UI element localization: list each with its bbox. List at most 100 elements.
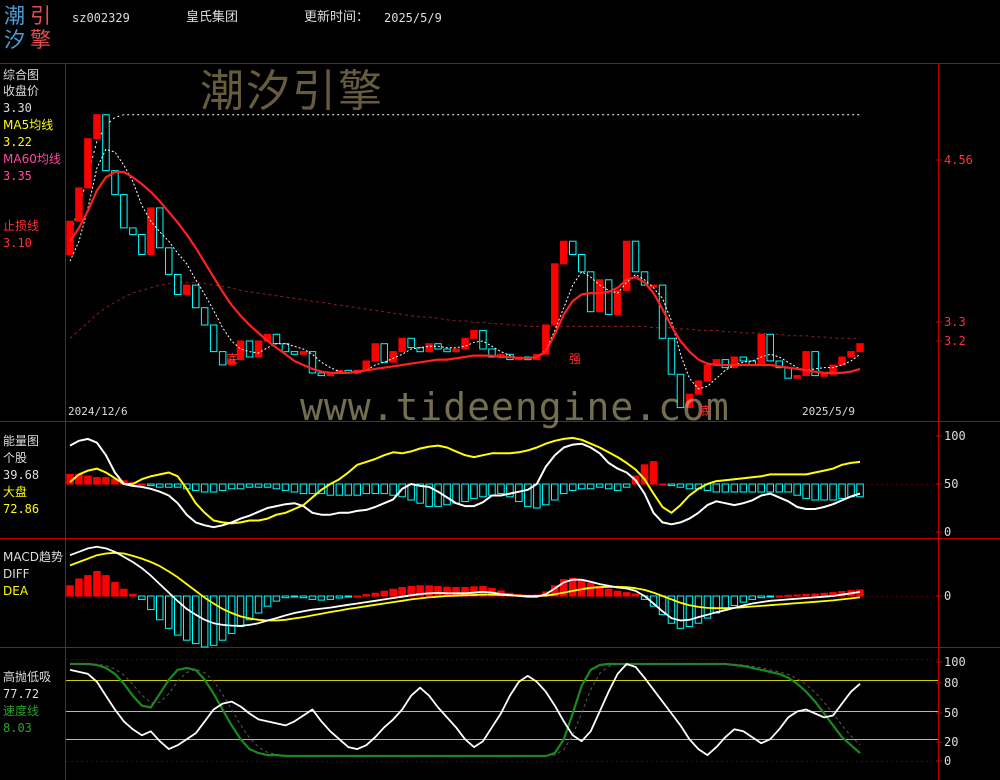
candle [183,284,191,295]
macd-bar [748,595,756,600]
energy-bar [613,483,622,491]
energy-bar [622,483,631,488]
candle [398,337,406,353]
candle [102,114,110,172]
macd-bar [685,595,694,628]
watermark-cn: 潮汐引擎 [200,66,384,117]
energy-bar [371,483,379,495]
energy-bar [479,483,487,498]
candle [218,351,227,366]
candle [820,373,828,377]
candle [84,138,92,189]
macd-bar [784,594,792,597]
energy-axis-label: 100 [944,429,966,443]
candle [138,234,146,255]
macd-bar [586,582,595,597]
panel4-title: 高抛低吸 [3,670,52,684]
speed-line [70,662,861,758]
ma5-line [69,148,861,390]
energy-bar [192,483,200,491]
ma60-label: MA60均线 [3,152,61,166]
candle [560,240,568,265]
macd-bar [308,595,317,600]
energy-bar [156,483,164,488]
date-start: 2024/12/6 [68,405,128,418]
energy-bar [335,483,344,496]
candle [443,348,451,353]
macd-bar [730,595,739,606]
macd-bar [192,595,200,645]
macd-bar [263,595,272,607]
energy-bar [443,483,451,506]
ma60-value: 3.35 [3,169,32,183]
candle [272,333,281,345]
candle [766,333,774,362]
speed-signal-line [70,663,861,757]
stock-energy-value: 39.68 [3,468,40,482]
energy-bar [676,483,685,488]
panel1-title: 综合图 [3,68,40,82]
macd-bar [120,588,128,597]
energy-bar [245,483,254,488]
macd-bar [613,590,622,597]
energy-axis-label: 50 [944,477,959,491]
energy-bar [604,483,613,490]
macd-bar [820,592,828,597]
candle [604,279,613,315]
candle [586,271,595,313]
candle [856,343,864,353]
ma5-label: MA5均线 [3,118,54,132]
macd-bar [138,595,146,600]
macd-bar [362,594,370,597]
macd-bar [272,595,281,602]
candle [721,359,730,369]
energy-axis-label: 0 [944,525,952,539]
energy-bar [344,483,353,496]
stock-energy-label: 个股 [3,451,28,465]
energy-bar [308,483,317,495]
energy-bar [811,483,819,501]
osc-axis-label: 100 [944,655,966,669]
energy-bar [407,483,415,501]
candle [452,348,460,353]
candle [380,343,388,363]
market-energy-value: 72.86 [3,502,40,516]
diff-label: DIFF [3,567,30,581]
energy-bar [542,483,550,506]
energy-bar [138,483,146,486]
macd-bar [604,588,613,597]
candle [174,274,182,295]
stop-value: 3.10 [3,236,32,250]
candle [254,340,263,358]
candle [461,337,469,350]
macd-bar [721,595,730,610]
speed-label: 速度线 [3,704,40,718]
panel3-title: MACD趋势 [3,550,63,564]
energy-bar [685,483,694,490]
price-axis-label: 4.56 [944,153,973,167]
energy-bar [93,477,101,485]
macd-bar [75,578,83,597]
energy-bar [254,483,263,488]
candle [479,329,487,350]
energy-bar [829,483,837,501]
candle [317,372,326,377]
annotation-strong: 强 [569,352,582,366]
macd-bar [93,571,101,597]
macd-bar [793,594,801,597]
macd-bar [299,595,308,599]
candle [371,343,379,362]
macd-bar [775,595,783,598]
energy-bar [595,483,604,488]
macd-bar [245,595,254,621]
annotation-bottom: 底 [226,352,239,366]
energy-bar [165,483,173,488]
candle [631,240,640,273]
energy-bar [533,483,541,509]
energy-bar [820,483,828,501]
macd-bar [712,595,721,614]
energy-bar [290,483,299,493]
candle [156,207,164,249]
candle [281,343,290,353]
macd-bar [631,593,640,597]
